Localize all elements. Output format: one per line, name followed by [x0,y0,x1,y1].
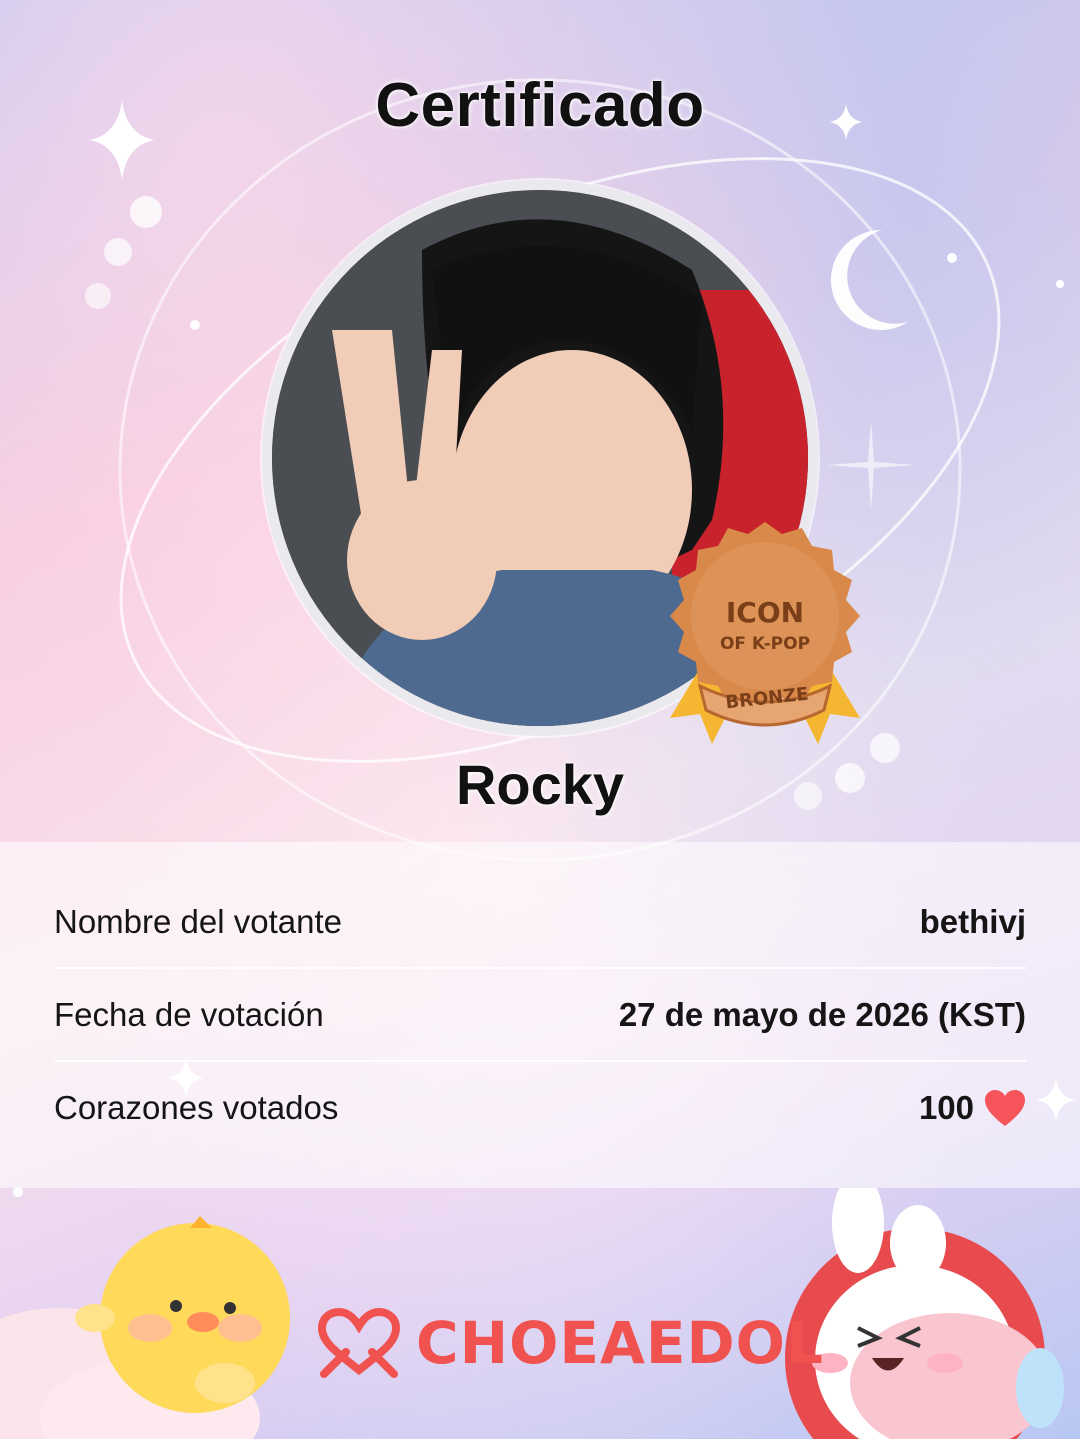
idol-name: Rocky [455,753,625,816]
hearts-voted-row: Corazones votados 100 [54,1062,1026,1154]
moon-icon [830,229,908,330]
choeaedol-logo: CHOEAEDOL [316,1308,824,1378]
badge-line2: OF K-POP [719,634,811,654]
choeaedol-logo-icon [317,1308,401,1378]
heart-icon [985,1090,1025,1126]
brand-name: CHOEAEDOL [416,1309,824,1377]
voter-name-row: Nombre del votante bethivj [54,876,1026,968]
page-title: Certificado [375,71,705,140]
voter-name-label: Nombre del votante [54,903,342,940]
vote-date-row: Fecha de votación 27 de mayo de 2026 (KS… [54,969,1026,1061]
hearts-voted-value: 100 [918,1089,974,1126]
badge-line1: ICON [725,596,805,629]
sparkle-icon [826,420,916,510]
voter-name-value: bethivj [919,903,1026,940]
vote-date-label: Fecha de votación [54,996,324,1033]
hearts-voted-label: Corazones votados [54,1089,339,1126]
hearts-voted-value-wrap: 100 [919,1089,1026,1127]
vote-date-value: 27 de mayo de 2026 (KST) [618,996,1026,1033]
